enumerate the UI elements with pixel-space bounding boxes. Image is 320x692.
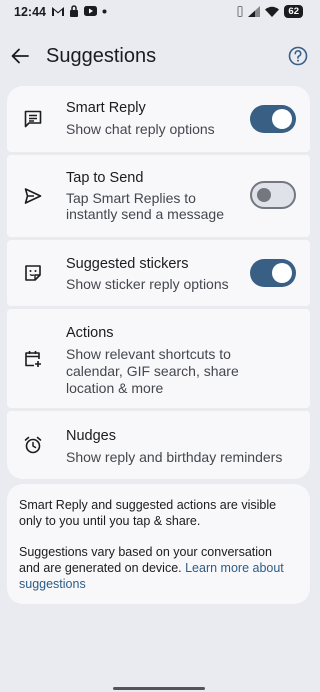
- info-line: and are generated on device. Learn more …: [19, 560, 299, 576]
- tap-to-send-row[interactable]: Tap to Send Tap Smart Replies to instant…: [7, 155, 310, 237]
- vibrate-icon: [237, 6, 243, 17]
- youtube-icon: [84, 6, 97, 16]
- battery-indicator: 62: [284, 5, 303, 18]
- info-paragraph-2: Suggestions vary based on your conversat…: [19, 544, 299, 592]
- row-subtitle: Show chat reply options: [66, 121, 215, 137]
- nudges-row[interactable]: Nudges Show reply and birthday reminders: [7, 411, 310, 479]
- help-icon: [288, 46, 308, 66]
- learn-more-link-continued[interactable]: suggestions: [19, 576, 299, 592]
- info-card: Smart Reply and suggested actions are vi…: [7, 484, 310, 604]
- calendar-add-icon: [21, 347, 45, 371]
- notification-icons: [52, 5, 107, 17]
- row-subtitle: Show reply and birthday reminders: [66, 449, 283, 465]
- row-subtitle-line-1: Show relevant shortcuts to: [66, 346, 231, 362]
- row-subtitle: Show sticker reply options: [66, 276, 229, 292]
- row-subtitle-line-2: instantly send a message: [66, 206, 224, 222]
- help-button[interactable]: [287, 45, 309, 67]
- smart-reply-toggle[interactable]: [250, 105, 296, 133]
- info-line: Smart Reply and suggested actions are vi…: [19, 498, 277, 512]
- sticker-icon: [21, 261, 45, 285]
- tap-to-send-toggle[interactable]: [250, 181, 296, 209]
- row-subtitle-line-2: calendar, GIF search, share: [66, 363, 239, 379]
- chat-bubble-icon: [21, 107, 45, 131]
- gmail-icon: [52, 7, 64, 16]
- status-bar: 12:44 62: [0, 0, 317, 26]
- info-paragraph-1: Smart Reply and suggested actions are vi…: [19, 497, 299, 529]
- suggested-stickers-toggle[interactable]: [250, 259, 296, 287]
- row-title: Actions: [66, 325, 114, 341]
- alarm-icon: [21, 433, 45, 457]
- app-bar: Suggestions: [0, 36, 317, 76]
- row-subtitle-line-3: location & more: [66, 380, 164, 396]
- signal-icon: [248, 6, 261, 17]
- row-title: Smart Reply: [66, 100, 146, 116]
- row-title: Tap to Send: [66, 170, 144, 186]
- learn-more-link[interactable]: Learn more about: [185, 561, 284, 575]
- dot-icon: [102, 9, 107, 13]
- info-line: Suggestions vary based on your conversat…: [19, 545, 272, 559]
- suggested-stickers-row[interactable]: Suggested stickers Show sticker reply op…: [7, 240, 310, 306]
- lock-icon: [70, 5, 78, 17]
- row-title: Suggested stickers: [66, 256, 189, 272]
- page-title: Suggestions: [46, 45, 157, 67]
- info-line: only to you until you tap & share.: [19, 514, 201, 528]
- system-icons: 62: [237, 5, 303, 18]
- send-icon: [21, 184, 45, 208]
- info-text: and are generated on device.: [19, 561, 186, 575]
- smart-reply-row[interactable]: Smart Reply Show chat reply options: [7, 86, 310, 152]
- row-subtitle-line-1: Tap Smart Replies to: [66, 190, 196, 206]
- row-title: Nudges: [66, 428, 116, 444]
- home-indicator[interactable]: [113, 687, 205, 690]
- back-arrow-icon: [11, 48, 29, 64]
- actions-row[interactable]: Actions Show relevant shortcuts to calen…: [7, 309, 310, 408]
- wifi-icon: [265, 6, 280, 17]
- status-time: 12:44: [14, 5, 46, 19]
- back-button[interactable]: [8, 44, 32, 68]
